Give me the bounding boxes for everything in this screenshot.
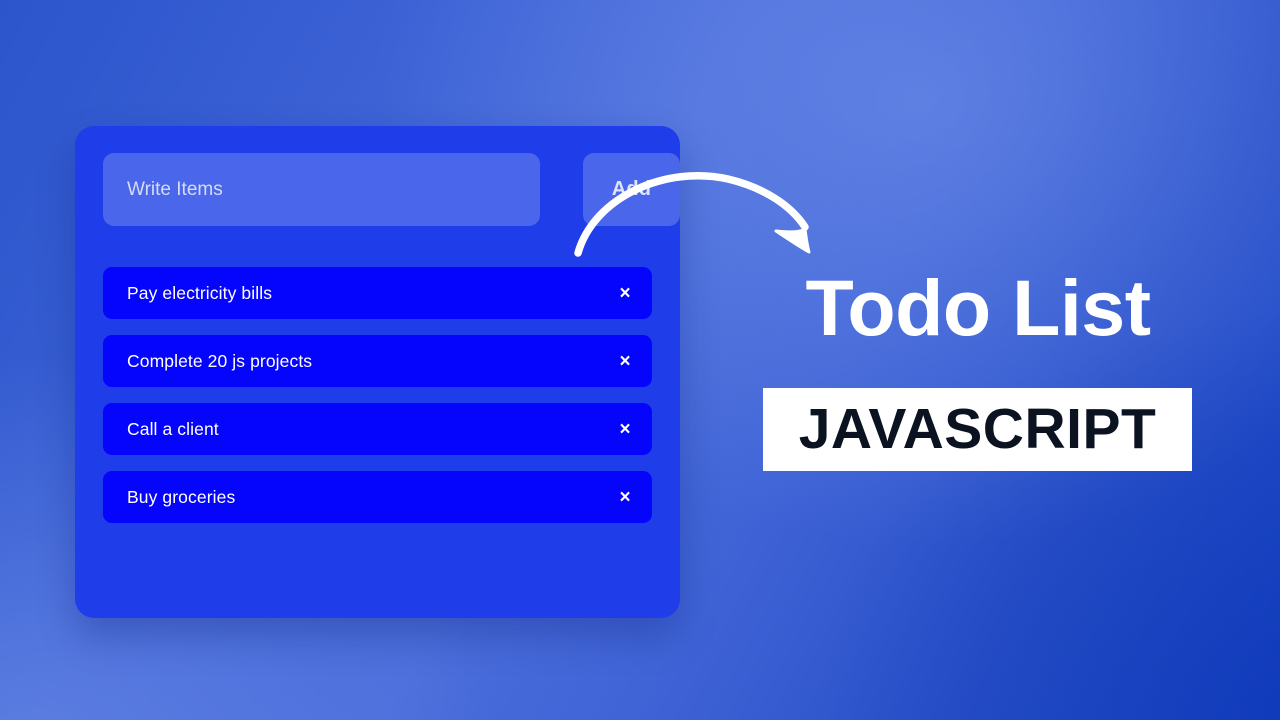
todo-list-item[interactable]: Call a client ×	[103, 403, 652, 455]
todo-item-label: Buy groceries	[127, 486, 236, 507]
todo-list-item[interactable]: Pay electricity bills ×	[103, 267, 652, 319]
add-button[interactable]: Add	[583, 153, 680, 226]
close-icon[interactable]: ×	[612, 280, 638, 306]
subtitle-badge: JAVASCRIPT	[763, 388, 1192, 471]
todo-item-label: Complete 20 js projects	[127, 350, 313, 371]
subtitle-label: JAVASCRIPT	[798, 397, 1157, 461]
headline-block: Todo List	[763, 268, 1193, 347]
screenshot-stage: Add Pay electricity bills × Complete 20 …	[0, 0, 1280, 720]
close-icon[interactable]: ×	[612, 416, 638, 442]
close-icon[interactable]: ×	[612, 348, 638, 374]
todo-list-item[interactable]: Complete 20 js projects ×	[103, 335, 652, 387]
todo-card: Add Pay electricity bills × Complete 20 …	[75, 126, 680, 618]
page-title: Todo List	[805, 263, 1151, 352]
add-item-row: Add	[103, 153, 680, 226]
todo-item-label: Call a client	[127, 418, 219, 439]
todo-item-label: Pay electricity bills	[127, 282, 273, 303]
close-icon[interactable]: ×	[612, 484, 638, 510]
write-items-input[interactable]	[103, 153, 540, 226]
todo-list-item[interactable]: Buy groceries ×	[103, 471, 652, 523]
todo-list: Pay electricity bills × Complete 20 js p…	[103, 267, 652, 539]
